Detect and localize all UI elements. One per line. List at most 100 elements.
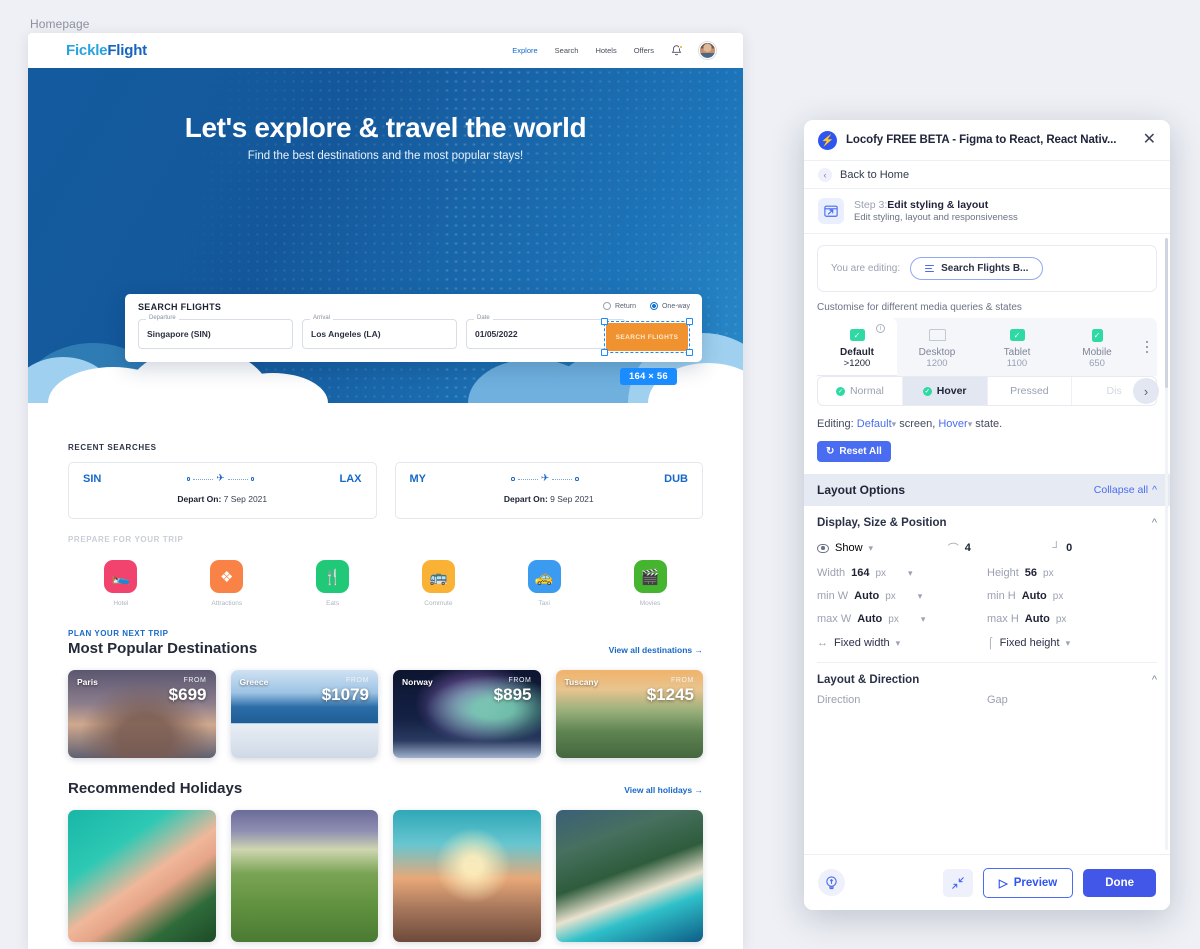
collapse-arrows-icon[interactable] (943, 869, 973, 897)
prepare-item-attractions[interactable]: ❖ Attractions (174, 560, 280, 607)
collapse-all-button[interactable]: Collapse all ^ (1094, 484, 1157, 496)
chevron-down-icon[interactable]: ▾ (908, 568, 913, 579)
you-are-editing-label: You are editing: (831, 263, 900, 274)
recent-search-card[interactable]: MY ✈ DUB Depart On: 9 Sep 2021 (395, 462, 704, 519)
back-to-home-button[interactable]: ‹ Back to Home (804, 161, 1170, 189)
avatar[interactable] (699, 42, 716, 59)
resize-handle-top-left[interactable] (601, 318, 608, 325)
device-name: Default (817, 347, 897, 358)
state-tab-pressed[interactable]: Pressed (988, 377, 1073, 405)
holiday-card[interactable] (231, 810, 379, 942)
destination-card[interactable]: Paris FROM $699 (68, 670, 216, 758)
search-flights-button-selection[interactable]: SEARCH FLIGHTS (606, 323, 688, 351)
prepare-item-taxi[interactable]: 🚕 Taxi (491, 560, 597, 607)
destination-card[interactable]: Tuscany FROM $1245 (556, 670, 704, 758)
preview-button[interactable]: ▷ Preview (983, 868, 1073, 898)
check-icon: ✓ (923, 387, 932, 396)
nav-link-offers[interactable]: Offers (634, 46, 654, 55)
resize-handle-bottom-right[interactable] (686, 349, 693, 356)
group-title: Layout & Direction (817, 674, 919, 686)
corner-radius-field[interactable]: ⌒ 4 (948, 540, 1053, 556)
destination-card[interactable]: Norway FROM $895 (393, 670, 541, 758)
prepare-item-commute[interactable]: 🚌 Commute (385, 560, 491, 607)
destination-price: $699 (169, 685, 207, 705)
panel-scroll-area: You are editing: Search Flights B... Cus… (804, 234, 1170, 854)
max-width-field[interactable]: max W Auto px ▾ (817, 613, 987, 625)
fixed-width-select[interactable]: ↔ Fixed width ▾ (817, 637, 987, 649)
chevron-down-icon: ▾ (1066, 638, 1071, 649)
height-field[interactable]: Height 56 px (987, 567, 1157, 579)
editing-screen-select[interactable]: Default (857, 418, 892, 430)
prepare-caption: PREPARE FOR YOUR TRIP (68, 535, 703, 544)
nav-link-hotels[interactable]: Hotels (595, 46, 616, 55)
holiday-card[interactable] (393, 810, 541, 942)
destination-card[interactable]: Greece FROM $1079 (231, 670, 379, 758)
nav-link-search[interactable]: Search (555, 46, 579, 55)
selection-outline (604, 321, 690, 353)
destination-name: Tuscany (565, 677, 599, 687)
destination-price: $895 (494, 685, 532, 705)
resize-handle-bottom-left[interactable] (601, 349, 608, 356)
view-all-holidays-link[interactable]: View all holidays → (624, 785, 703, 795)
max-width-value: Auto (857, 613, 882, 625)
resize-handle-top-right[interactable] (686, 318, 693, 325)
states-next-icon[interactable]: › (1133, 378, 1159, 404)
prepare-item-eats[interactable]: 🍴 Eats (280, 560, 386, 607)
arrival-field[interactable]: Arrival Los Angeles (LA) (302, 319, 457, 349)
radius-icon: ⌒ (948, 540, 959, 556)
lightbulb-icon[interactable] (818, 869, 845, 896)
departure-value: Singapore (SIN) (147, 329, 211, 339)
chevron-down-icon[interactable]: ▾ (918, 591, 923, 602)
eye-icon (817, 544, 829, 553)
holiday-card[interactable] (556, 810, 704, 942)
radio-one-way[interactable]: One-way (650, 302, 690, 310)
close-icon[interactable]: ✕ (1143, 132, 1156, 148)
view-all-destinations-link[interactable]: View all destinations → (609, 645, 703, 655)
device-tab-desktop[interactable]: Desktop 1200 (897, 318, 977, 376)
direction-gap-row: Direction Gap (817, 694, 1157, 706)
corner-field[interactable]: ┘ 0 (1052, 542, 1157, 554)
view-all-holidays-label: View all holidays (624, 785, 692, 795)
state-label: Dis (1107, 385, 1122, 397)
min-height-field[interactable]: min H Auto px (987, 590, 1157, 602)
show-select[interactable]: Show ▾ (817, 542, 948, 554)
min-width-unit: px (885, 591, 896, 602)
nav-link-explore[interactable]: Explore (512, 46, 537, 55)
chevron-up-icon[interactable]: ^ (1152, 517, 1157, 529)
destinations-header: PLAN YOUR NEXT TRIP Most Popular Destina… (68, 629, 703, 657)
state-tab-normal[interactable]: ✓ Normal (818, 377, 903, 405)
prepare-item-hotel[interactable]: 🛌 Hotel (68, 560, 174, 607)
radio-return[interactable]: Return (603, 302, 636, 310)
info-icon[interactable]: i (876, 324, 885, 333)
selected-element-chip[interactable]: Search Flights B... (910, 257, 1043, 280)
state-tab-hover[interactable]: ✓ Hover (903, 377, 988, 405)
min-width-field[interactable]: min W Auto px ▾ (817, 590, 987, 602)
chevron-up-icon[interactable]: ^ (1152, 674, 1157, 686)
departure-field[interactable]: Departure Singapore (SIN) (138, 319, 293, 349)
done-button[interactable]: Done (1083, 869, 1156, 897)
group-header[interactable]: Display, Size & Position ^ (817, 517, 1157, 529)
editing-state-select[interactable]: Hover (938, 418, 967, 430)
width-field[interactable]: Width 164 px ▾ (817, 567, 987, 579)
fixed-height-select[interactable]: ⌠ Fixed height ▾ (987, 637, 1157, 649)
max-row: max W Auto px ▾ max H Auto px (817, 613, 1157, 625)
prepare-item-movies[interactable]: 🎬 Movies (597, 560, 703, 607)
display-size-position-group: Display, Size & Position ^ Show ▾ ⌒ 4 ┘ (804, 506, 1170, 649)
recent-search-card[interactable]: SIN ✈ LAX Depart On: 7 Sep 2021 (68, 462, 377, 519)
max-height-field[interactable]: max H Auto px (987, 613, 1157, 625)
panel-scrollbar-thumb[interactable] (1165, 238, 1168, 388)
panel-header: ⚡ Locofy FREE BETA - Figma to React, Rea… (804, 120, 1170, 161)
notification-bell-icon[interactable] (671, 45, 682, 57)
more-options-icon[interactable] (1137, 318, 1157, 376)
group-header[interactable]: Layout & Direction ^ (817, 674, 1157, 686)
site-logo[interactable]: FickleFlight (66, 42, 147, 59)
device-tab-mobile[interactable]: ✓ Mobile 650 (1057, 318, 1137, 376)
holiday-card[interactable] (68, 810, 216, 942)
reset-all-button[interactable]: ↻ Reset All (817, 441, 891, 462)
device-tab-default[interactable]: ✓ Default >1200 i (817, 318, 897, 376)
horizontal-resize-icon: ↔ (817, 637, 828, 649)
play-icon: ▷ (999, 876, 1008, 890)
chevron-down-icon[interactable]: ▾ (921, 614, 926, 625)
device-tab-tablet[interactable]: ✓ Tablet 1100 (977, 318, 1057, 376)
recent-depart-label: Depart On: (504, 494, 548, 504)
